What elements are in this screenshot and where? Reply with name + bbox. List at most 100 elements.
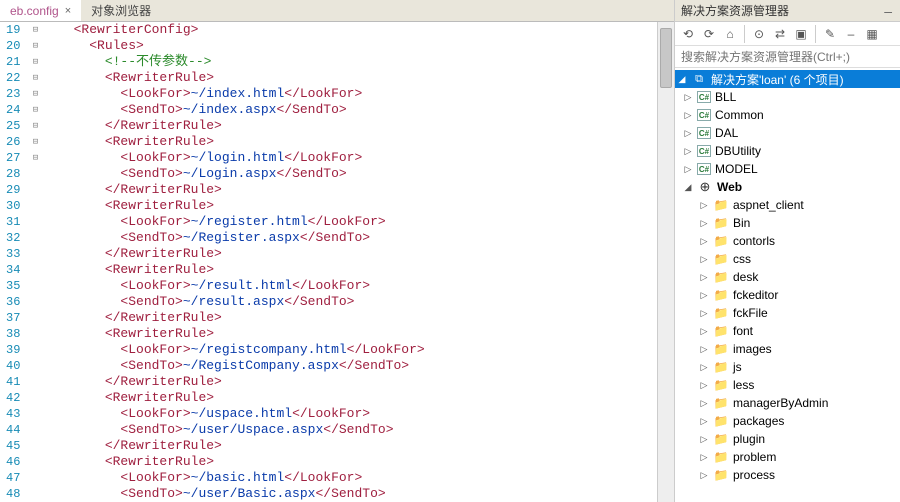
expander-icon[interactable]: ▷ <box>699 380 709 390</box>
expander-icon[interactable]: ▷ <box>699 470 709 480</box>
folder-node[interactable]: ▷ 📁 aspnet_client <box>675 196 900 214</box>
folder-icon: 📁 <box>713 198 729 212</box>
folder-node[interactable]: ▷ 📁 fckFile <box>675 304 900 322</box>
folder-icon: 📁 <box>713 306 729 320</box>
close-icon[interactable]: × <box>65 5 71 17</box>
separator <box>744 25 745 43</box>
minimize-icon[interactable]: – <box>882 3 894 19</box>
tab-object-browser[interactable]: 对象浏览器 <box>81 0 161 21</box>
csproj-icon: C# <box>697 127 711 139</box>
node-label: images <box>733 342 772 356</box>
folder-node[interactable]: ▷📁fckeditor <box>675 286 900 304</box>
tab-bar: eb.config × 对象浏览器 <box>0 0 674 22</box>
expander-icon[interactable]: ◢ <box>683 182 693 192</box>
folder-icon: 📁 <box>713 252 729 266</box>
expander-icon[interactable]: ▷ <box>683 110 693 120</box>
expander-icon[interactable]: ▷ <box>683 92 693 102</box>
node-label: DBUtility <box>715 144 761 158</box>
project-node[interactable]: ▷C#BLL <box>675 88 900 106</box>
expander-icon[interactable]: ▷ <box>699 218 709 228</box>
toolbar-button[interactable]: ⟲ <box>679 25 697 43</box>
expander-icon[interactable]: ▷ <box>699 236 709 246</box>
solution-node[interactable]: ◢⧉解决方案'loan' (6 个项目) <box>675 70 900 88</box>
folder-node[interactable]: ▷📁managerByAdmin <box>675 394 900 412</box>
expander-icon[interactable]: ▷ <box>699 452 709 462</box>
folder-icon: 📁 <box>713 432 729 446</box>
tab-label: 对象浏览器 <box>91 2 151 19</box>
node-label: managerByAdmin <box>733 396 828 410</box>
folder-node[interactable]: ▷ 📁 process <box>675 466 900 484</box>
node-label: font <box>733 324 753 338</box>
node-label: Common <box>715 108 764 122</box>
folder-icon: 📁 <box>713 450 729 464</box>
expander-icon[interactable]: ▷ <box>699 272 709 282</box>
folder-node[interactable]: ▷📁contorls <box>675 232 900 250</box>
folder-node[interactable]: ▷📁desk <box>675 268 900 286</box>
globe-icon: ⊕ <box>697 180 713 194</box>
project-node[interactable]: ▷ C# DAL <box>675 124 900 142</box>
project-node[interactable]: ▷ C# DBUtility <box>675 142 900 160</box>
solution-tree[interactable]: ◢⧉解决方案'loan' (6 个项目)▷C#BLL▷C#Common▷C#DA… <box>675 68 900 502</box>
node-label: fckFile <box>733 306 768 320</box>
solution-title-bar: 解决方案资源管理器 – <box>675 0 900 22</box>
folder-icon: 📁 <box>713 414 729 428</box>
folder-icon: 📁 <box>713 468 729 482</box>
folder-node[interactable]: ▷📁images <box>675 340 900 358</box>
folder-node[interactable]: ▷📁problem <box>675 448 900 466</box>
toolbar-button[interactable]: ⊙ <box>750 25 768 43</box>
toolbar-button[interactable]: ⟳ <box>700 25 718 43</box>
fold-column[interactable]: ⊟⊟⊟⊟⊟⊟⊟⊟⊟ <box>28 22 42 502</box>
tab-label: eb.config <box>10 4 59 18</box>
node-label: Web <box>717 180 742 194</box>
expander-icon[interactable]: ▷ <box>683 128 693 138</box>
toolbar-button[interactable]: ⇄ <box>771 25 789 43</box>
expander-icon[interactable]: ▷ <box>699 398 709 408</box>
folder-node[interactable]: ▷📁font <box>675 322 900 340</box>
node-label: MODEL <box>715 162 758 176</box>
code-area[interactable]: 1920212223242526272829303132333435363738… <box>0 22 674 502</box>
expander-icon[interactable]: ▷ <box>683 146 693 156</box>
toolbar-button[interactable]: ✎ <box>821 25 839 43</box>
folder-icon: 📁 <box>713 216 729 230</box>
folder-node[interactable]: ▷ 📁 css <box>675 250 900 268</box>
node-label: BLL <box>715 90 736 104</box>
node-label: aspnet_client <box>733 198 804 212</box>
expander-icon[interactable]: ▷ <box>699 434 709 444</box>
line-number-gutter: 1920212223242526272829303132333435363738… <box>0 22 28 502</box>
expander-icon[interactable]: ▷ <box>699 200 709 210</box>
toolbar-button[interactable]: ▣ <box>792 25 810 43</box>
expander-icon[interactable]: ▷ <box>699 416 709 426</box>
node-label: process <box>733 468 775 482</box>
expander-icon[interactable]: ▷ <box>699 344 709 354</box>
search-input[interactable] <box>675 50 900 64</box>
node-label: less <box>733 378 754 392</box>
tab-active[interactable]: eb.config × <box>0 0 81 21</box>
folder-node[interactable]: ▷📁packages <box>675 412 900 430</box>
scrollbar-vertical[interactable] <box>657 22 674 502</box>
node-label: css <box>733 252 751 266</box>
node-label: DAL <box>715 126 738 140</box>
solution-toolbar: ⟲⟳⌂ ⊙⇄▣ ✎–▦ <box>675 22 900 46</box>
project-node[interactable]: ▷C#MODEL <box>675 160 900 178</box>
folder-node[interactable]: ▷📁Bin <box>675 214 900 232</box>
expander-icon[interactable]: ▷ <box>699 308 709 318</box>
expander-icon[interactable]: ▷ <box>699 290 709 300</box>
toolbar-button[interactable]: ▦ <box>863 25 881 43</box>
web-project-node[interactable]: ◢ ⊕ Web <box>675 178 900 196</box>
folder-node[interactable]: ▷📁js <box>675 358 900 376</box>
csproj-icon: C# <box>697 145 711 157</box>
expander-icon[interactable]: ◢ <box>677 74 687 84</box>
scrollbar-thumb[interactable] <box>660 28 672 88</box>
expander-icon[interactable]: ▷ <box>683 164 693 174</box>
toolbar-button[interactable]: – <box>842 25 860 43</box>
folder-node[interactable]: ▷📁plugin <box>675 430 900 448</box>
folder-node[interactable]: ▷📁less <box>675 376 900 394</box>
solution-search[interactable] <box>675 46 900 68</box>
expander-icon[interactable]: ▷ <box>699 362 709 372</box>
expander-icon[interactable]: ▷ <box>699 254 709 264</box>
expander-icon[interactable]: ▷ <box>699 326 709 336</box>
toolbar-button[interactable]: ⌂ <box>721 25 739 43</box>
code-content[interactable]: <RewriterConfig> <Rules> <!--不传参数--> <Re… <box>42 22 674 502</box>
solution-title: 解决方案资源管理器 <box>681 2 789 19</box>
project-node[interactable]: ▷C#Common <box>675 106 900 124</box>
